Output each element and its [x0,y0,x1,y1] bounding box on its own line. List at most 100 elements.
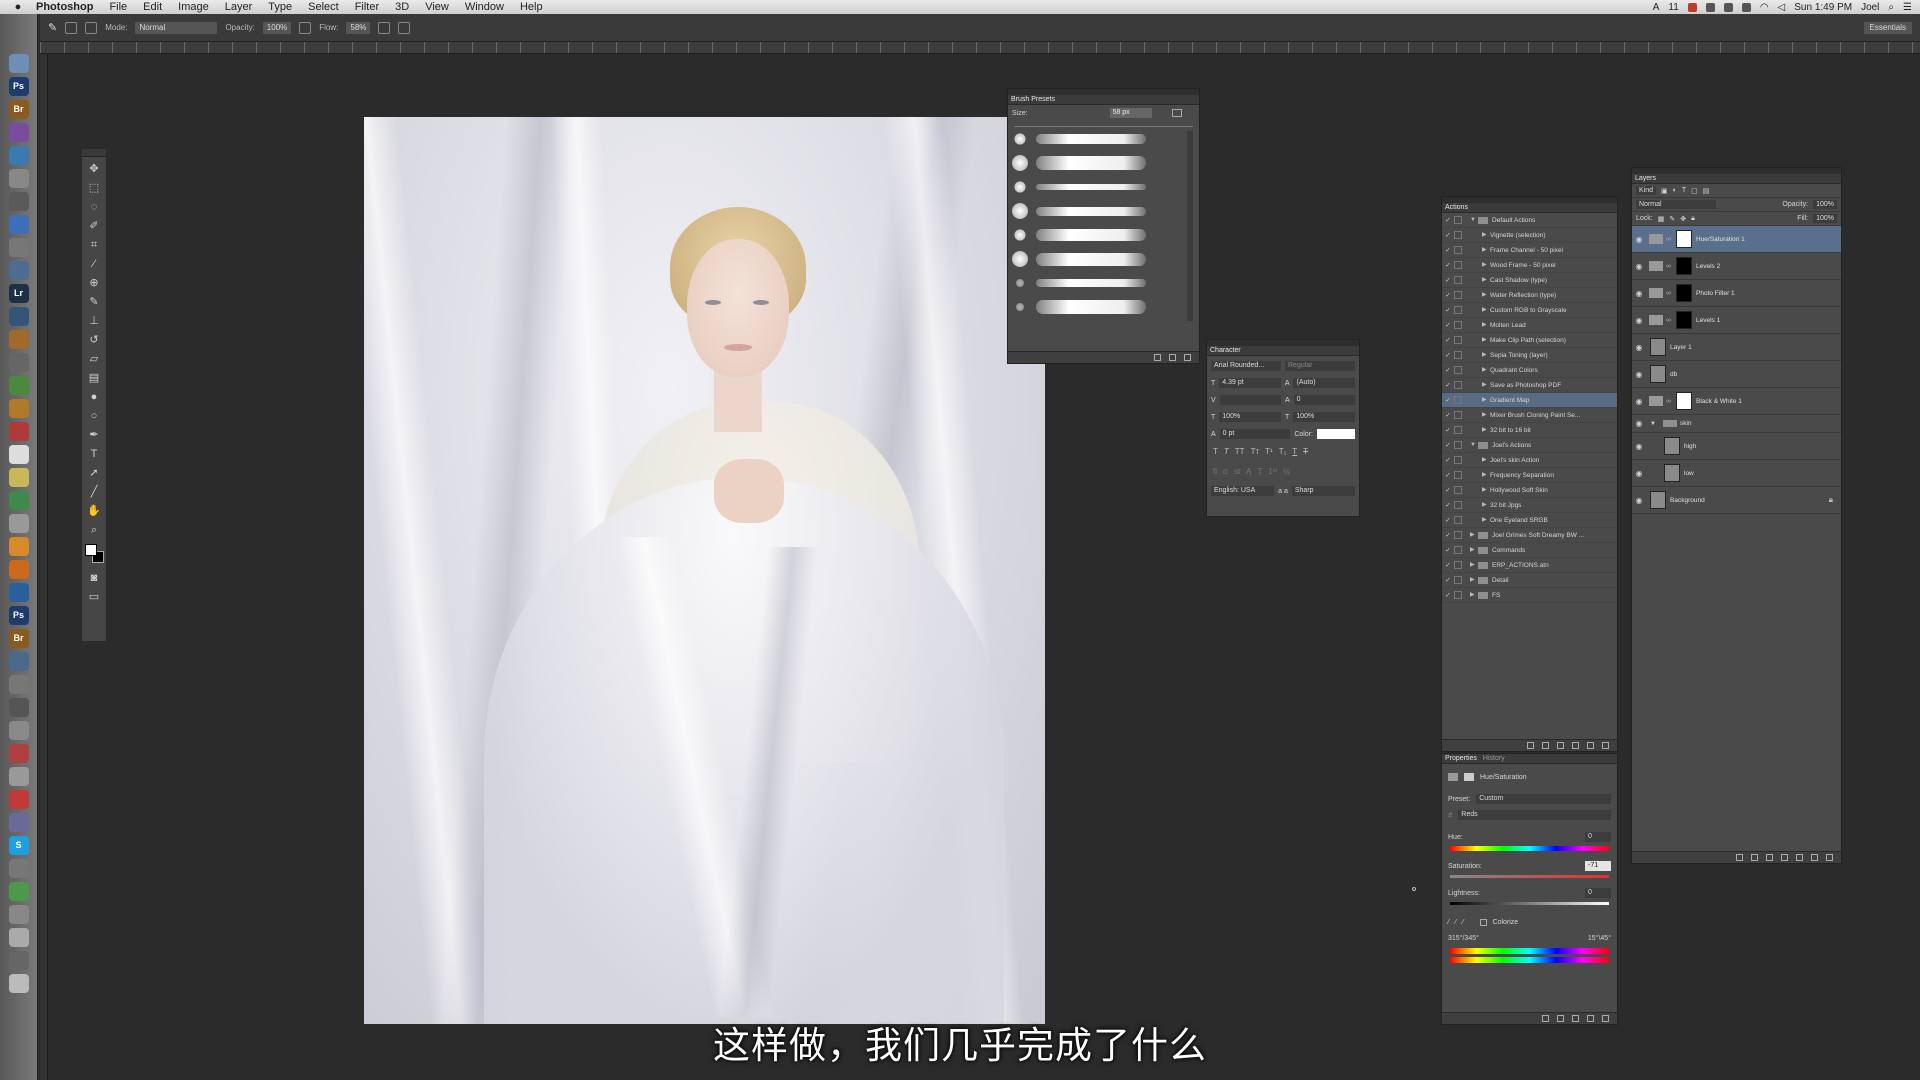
action-item[interactable]: ✓ ▶ Quadrant Colors [1442,363,1617,378]
brush-presets-tab[interactable]: Brush Presets [1011,95,1055,104]
dialog-toggle-box[interactable] [1454,216,1462,224]
layer-row[interactable]: ◉ ∞ Hue/Saturation 1 [1632,226,1841,253]
action-item[interactable]: ✓ ▶ Frequency Separation [1442,468,1617,483]
channel-select[interactable]: Reds [1458,810,1611,820]
new-group-icon[interactable] [1796,854,1803,861]
tab-history[interactable]: History [1483,754,1505,763]
layer-row[interactable]: ◉ ∞ Black & White 1 [1632,388,1841,415]
lock-position-icon[interactable]: ✥ [1680,215,1686,223]
hand-tool-icon[interactable]: ✋ [86,504,102,518]
layer-thumbnail[interactable] [1664,437,1680,455]
dialog-toggle-box[interactable] [1454,246,1462,254]
titling-button[interactable]: T [1258,467,1263,481]
saturation-slider[interactable] [1450,875,1609,878]
action-toggle-checkbox[interactable]: ✓ [1442,423,1454,438]
delete-layer-icon[interactable] [1826,854,1833,861]
app-icon[interactable] [8,698,29,717]
colorize-checkbox[interactable] [1479,918,1487,926]
action-item[interactable]: ✓ ▶ Gradient Map [1442,393,1617,408]
foreground-color-swatch[interactable] [85,544,97,556]
skype-icon[interactable]: S [8,836,29,855]
time-machine-icon[interactable] [1741,2,1751,12]
dialog-toggle-box[interactable] [1454,531,1462,539]
app-icon[interactable] [8,813,29,832]
new-brush-icon[interactable] [1169,354,1176,361]
action-toggle-checkbox[interactable]: ✓ [1442,303,1454,318]
app-icon[interactable] [8,537,29,556]
chain-link-icon[interactable]: ∞ [1666,236,1672,243]
menu-edit[interactable]: Edit [135,0,170,14]
canvas-image[interactable] [364,117,1045,1024]
stop-recording-icon[interactable] [1527,742,1534,749]
wifi-icon[interactable]: ◠ [1760,2,1769,13]
dialog-toggle-box[interactable] [1454,561,1462,569]
eye-icon[interactable]: ◉ [1632,419,1646,428]
app-icon[interactable] [8,307,29,326]
app-icon[interactable] [8,951,29,970]
dialog-toggle-box[interactable] [1454,576,1462,584]
action-toggle-checkbox[interactable]: ✓ [1442,513,1454,528]
app-icon[interactable] [8,721,29,740]
finder-icon[interactable] [8,54,29,73]
chain-link-icon[interactable]: ∞ [1666,317,1672,324]
disclosure-triangle-icon[interactable]: ▼ [1470,213,1478,228]
action-item[interactable]: ✓ ▶ Joel's skin Action [1442,453,1617,468]
subscript-button[interactable]: T₁ [1279,447,1287,461]
app-icon[interactable] [8,928,29,947]
record-icon[interactable] [1687,2,1697,12]
layers-tab[interactable]: Layers [1635,174,1656,183]
brush-tool-icon[interactable]: ✎ [86,295,102,309]
disclosure-triangle-icon[interactable]: ▶ [1482,303,1490,318]
app-icon[interactable] [8,376,29,395]
eye-icon[interactable]: ◉ [1632,397,1646,406]
text-color-swatch[interactable] [1317,429,1355,439]
faux-italic-button[interactable]: T [1224,447,1229,461]
dialog-toggle-box[interactable] [1454,306,1462,314]
app-icon[interactable] [8,123,29,142]
layer-thumbnail[interactable] [1650,365,1666,383]
app-icon[interactable] [8,652,29,671]
crop-tool-icon[interactable]: ⌗ [86,238,102,252]
action-toggle-checkbox[interactable]: ✓ [1442,363,1454,378]
action-toggle-checkbox[interactable]: ✓ [1442,408,1454,423]
brush-preset-item[interactable] [1008,127,1199,151]
dialog-toggle-box[interactable] [1454,471,1462,479]
action-item[interactable]: ✓ ▶ Molten Lead [1442,318,1617,333]
color-swatches[interactable] [84,543,106,565]
layer-fill-input[interactable]: 100% [1813,214,1837,223]
filter-pixel-icon[interactable]: ▣ [1661,187,1668,195]
eyedropper-tool-icon[interactable]: ⁄ [86,257,102,271]
app-icon[interactable] [8,399,29,418]
hue-input[interactable]: 0 [1585,832,1611,842]
brush-preset-item[interactable] [1008,247,1199,271]
layer-row[interactable]: ◉ Layer 1 [1632,334,1841,361]
action-item[interactable]: ✓ ▶ Water Reflection (type) [1442,288,1617,303]
menu-type[interactable]: Type [260,0,300,14]
move-tool-icon[interactable]: ✥ [86,162,102,176]
action-set[interactable]: ✓ ▶ Commands [1442,543,1617,558]
action-toggle-checkbox[interactable]: ✓ [1442,468,1454,483]
lasso-tool-icon[interactable]: ◌ [86,200,102,214]
action-item[interactable]: ✓ ▶ Vignette (selection) [1442,228,1617,243]
clock[interactable]: Sun 1:49 PM [1794,2,1852,13]
disclosure-triangle-icon[interactable]: ▶ [1482,258,1490,273]
filter-adjustment-icon[interactable]: ◐ [1673,187,1677,194]
swash-button[interactable]: st [1234,467,1240,481]
volume-icon[interactable]: ◁ [1778,2,1786,13]
eyedropper-minus-icon[interactable]: ⁄ [1462,919,1463,926]
hue-slider[interactable] [1450,846,1609,851]
action-toggle-checkbox[interactable]: ✓ [1442,438,1454,453]
leading-input[interactable]: (Auto) [1293,378,1356,388]
eye-icon[interactable]: ◉ [1632,343,1646,352]
disclosure-triangle-icon[interactable]: ▶ [1482,483,1490,498]
layer-mask-thumbnail[interactable] [1676,230,1692,248]
layer-row[interactable]: ◉ db [1632,361,1841,388]
opacity-input[interactable]: 100% [262,21,292,34]
action-item[interactable]: ✓ ▶ Cast Shadow (type) [1442,273,1617,288]
baseline-input[interactable]: 0 pt [1219,429,1291,439]
tools-panel-header[interactable] [82,149,106,157]
new-layer-icon[interactable] [1811,854,1818,861]
strikethrough-button[interactable]: T [1303,447,1308,461]
lock-all-icon[interactable]: 🔒︎ [1691,215,1695,223]
dialog-toggle-box[interactable] [1454,291,1462,299]
